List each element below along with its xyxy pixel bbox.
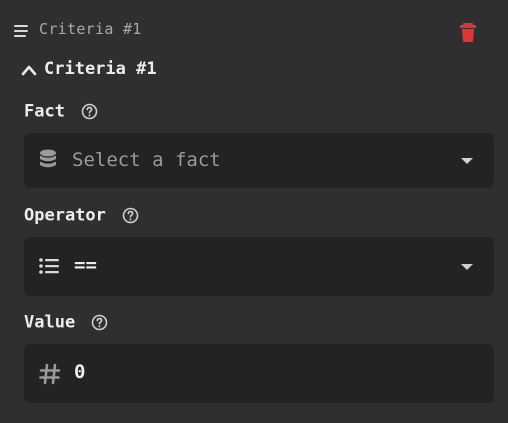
section-title: Criteria #1	[44, 59, 157, 79]
help-icon[interactable]	[81, 103, 98, 120]
help-icon[interactable]	[91, 314, 108, 331]
operator-label: Operator	[24, 205, 106, 226]
fact-label: Fact	[24, 101, 65, 122]
operator-label-row: Operator	[24, 205, 139, 227]
value-label: Value	[24, 312, 76, 333]
hash-icon	[39, 363, 61, 385]
value-label-row: Value	[24, 312, 108, 334]
fact-placeholder: Select a fact	[72, 149, 221, 171]
criteria-panel: Criteria #1 Criteria #1 Fact Select a fa…	[0, 0, 508, 423]
fact-label-row: Fact	[24, 101, 98, 123]
drag-handle-icon[interactable]	[14, 25, 28, 37]
help-icon[interactable]	[122, 207, 139, 224]
operator-value: ==	[74, 254, 97, 276]
chevron-down-icon	[461, 158, 473, 164]
criteria-header: Criteria #1	[0, 14, 508, 48]
operator-select[interactable]: ==	[24, 237, 494, 296]
value-input[interactable]: 0	[24, 344, 494, 403]
value-field-text: 0	[74, 361, 86, 383]
criteria-header-title: Criteria #1	[39, 20, 142, 38]
chevron-up-icon	[21, 65, 37, 76]
list-icon	[39, 258, 59, 274]
trash-icon	[460, 23, 476, 42]
fact-select[interactable]: Select a fact	[24, 133, 494, 188]
database-icon	[40, 149, 56, 168]
chevron-down-icon	[461, 264, 473, 270]
delete-button[interactable]	[458, 21, 478, 43]
